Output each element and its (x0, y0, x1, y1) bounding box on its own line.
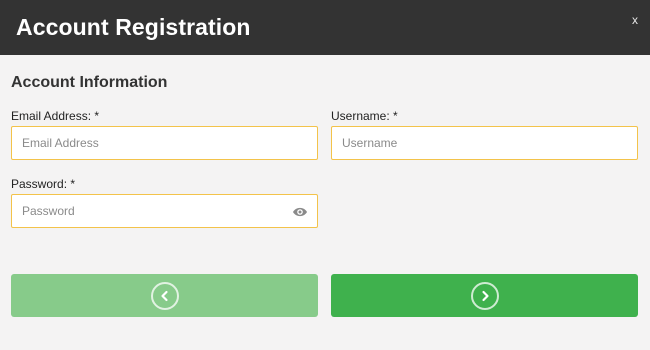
close-button[interactable]: x (628, 12, 642, 28)
chevron-right-icon (470, 281, 499, 310)
next-button[interactable] (331, 274, 638, 317)
email-field[interactable] (11, 126, 318, 160)
password-label: Password: * (11, 177, 76, 191)
password-field[interactable] (11, 194, 318, 228)
email-label: Email Address: * (11, 109, 100, 123)
chevron-left-icon (150, 281, 179, 310)
previous-button[interactable] (11, 274, 318, 317)
eye-icon[interactable] (292, 205, 308, 217)
dialog-title: Account Registration (16, 14, 251, 40)
dialog-header: Account Registration x (0, 0, 650, 55)
section-title: Account Information (11, 74, 168, 91)
username-label: Username: * (331, 109, 398, 123)
username-field[interactable] (331, 126, 638, 160)
